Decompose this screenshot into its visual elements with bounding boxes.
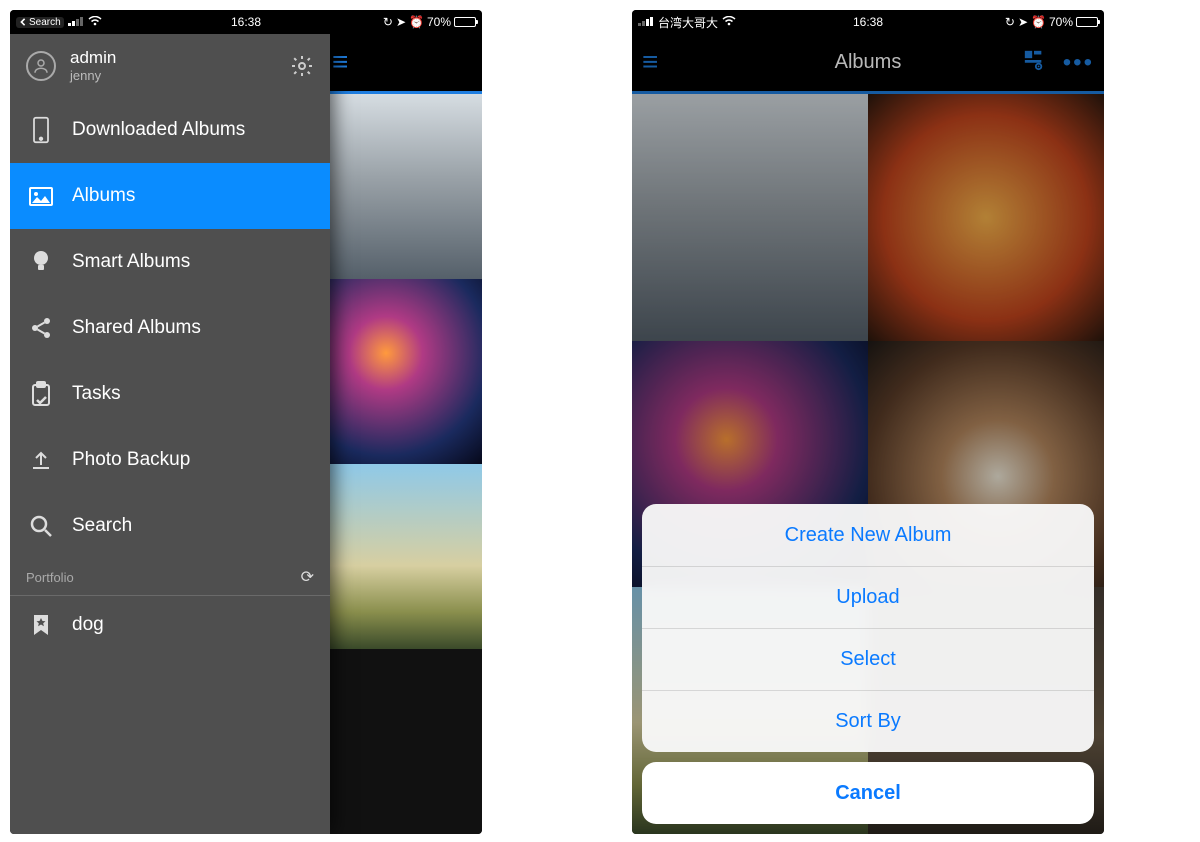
portfolio-item-dog[interactable]: dog: [10, 596, 330, 654]
sidebar-item-photo-backup[interactable]: Photo Backup: [10, 427, 330, 493]
settings-gear-icon[interactable]: [290, 54, 314, 78]
sidebar-item-smart-albums[interactable]: Smart Albums: [10, 229, 330, 295]
portfolio-section-header: Portfolio ⟳: [10, 559, 330, 596]
action-sort-by[interactable]: Sort By: [642, 690, 1094, 752]
share-icon: [28, 316, 54, 340]
profile-names: admin jenny: [70, 48, 276, 83]
profile-subname: jenny: [70, 68, 276, 83]
sidebar-item-label: Shared Albums: [72, 317, 201, 339]
profile-header[interactable]: admin jenny: [10, 34, 330, 97]
rotation-lock-icon: ↻: [1005, 15, 1015, 29]
sidebar-item-label: Downloaded Albums: [72, 119, 245, 141]
action-label: Create New Album: [785, 524, 952, 547]
action-label: Upload: [836, 586, 899, 609]
alarm-icon: ⏰: [409, 15, 424, 29]
photo-thumbnail[interactable]: [322, 94, 482, 279]
phone-icon: [28, 116, 54, 144]
sidebar-item-label: Smart Albums: [72, 251, 190, 273]
sidebar-item-search[interactable]: Search: [10, 493, 330, 559]
main-topbar-peek: ≡: [322, 34, 482, 94]
action-label: Select: [840, 648, 896, 671]
action-select[interactable]: Select: [642, 628, 1094, 690]
status-bar: Search 16:38 ↻ ➤ ⏰ 70%: [10, 10, 482, 34]
bookmark-star-icon: [28, 613, 54, 637]
action-upload[interactable]: Upload: [642, 566, 1094, 628]
phone-screen-sidebar: Search 16:38 ↻ ➤ ⏰ 70% ≡: [10, 10, 482, 834]
signal-icon: [638, 15, 654, 29]
photo-thumbnail[interactable]: [322, 279, 482, 464]
back-to-search-pill[interactable]: Search: [16, 17, 64, 28]
portfolio-label: Portfolio: [26, 570, 74, 585]
sidebar-item-tasks[interactable]: Tasks: [10, 361, 330, 427]
upload-icon: [28, 448, 54, 472]
battery-icon: [454, 17, 476, 27]
phone-screen-actionsheet: 台湾大哥大 16:38 ↻ ➤ ⏰ 70% ≡ Albums •••: [632, 10, 1104, 834]
sidebar-item-downloaded-albums[interactable]: Downloaded Albums: [10, 97, 330, 163]
portfolio-item-label: dog: [72, 614, 104, 636]
avatar-icon: [26, 51, 56, 81]
location-icon: ➤: [1018, 15, 1028, 29]
status-bar: 台湾大哥大 16:38 ↻ ➤ ⏰ 70%: [632, 10, 1104, 34]
signal-icon: [68, 15, 84, 29]
albums-icon: [28, 185, 54, 207]
wifi-icon: [88, 15, 102, 29]
sidebar-item-shared-albums[interactable]: Shared Albums: [10, 295, 330, 361]
photo-thumbnail[interactable]: [322, 649, 482, 834]
sidebar-item-label: Tasks: [72, 383, 121, 405]
navigation-drawer: admin jenny Downloaded Albums Albums Smart…: [10, 34, 330, 834]
wifi-icon: [722, 15, 736, 29]
action-sheet: Create New Album Upload Select Sort By Canc…: [642, 504, 1094, 824]
rotation-lock-icon: ↻: [383, 15, 393, 29]
profile-name: admin: [70, 48, 276, 68]
carrier-label: 台湾大哥大: [658, 14, 718, 31]
sidebar-item-label: Photo Backup: [72, 449, 190, 471]
background-album-strip: ≡: [322, 34, 482, 834]
bulb-icon: [28, 249, 54, 275]
search-icon: [28, 514, 54, 538]
cancel-label: Cancel: [835, 782, 901, 805]
action-label: Sort By: [835, 710, 901, 733]
back-label: Search: [29, 17, 61, 28]
sidebar-item-label: Albums: [72, 185, 135, 207]
location-icon: ➤: [396, 15, 406, 29]
alarm-icon: ⏰: [1031, 15, 1046, 29]
action-create-new-album[interactable]: Create New Album: [642, 504, 1094, 566]
sidebar-item-label: Search: [72, 515, 132, 537]
action-sheet-cancel[interactable]: Cancel: [642, 762, 1094, 824]
battery-percent: 70%: [1049, 15, 1073, 29]
refresh-icon[interactable]: ⟳: [301, 567, 314, 587]
hamburger-icon[interactable]: ≡: [332, 51, 346, 73]
photo-thumbnail[interactable]: [322, 464, 482, 649]
sidebar-item-albums[interactable]: Albums: [10, 163, 330, 229]
battery-icon: [1076, 17, 1098, 27]
clipboard-icon: [28, 381, 54, 407]
battery-percent: 70%: [427, 15, 451, 29]
